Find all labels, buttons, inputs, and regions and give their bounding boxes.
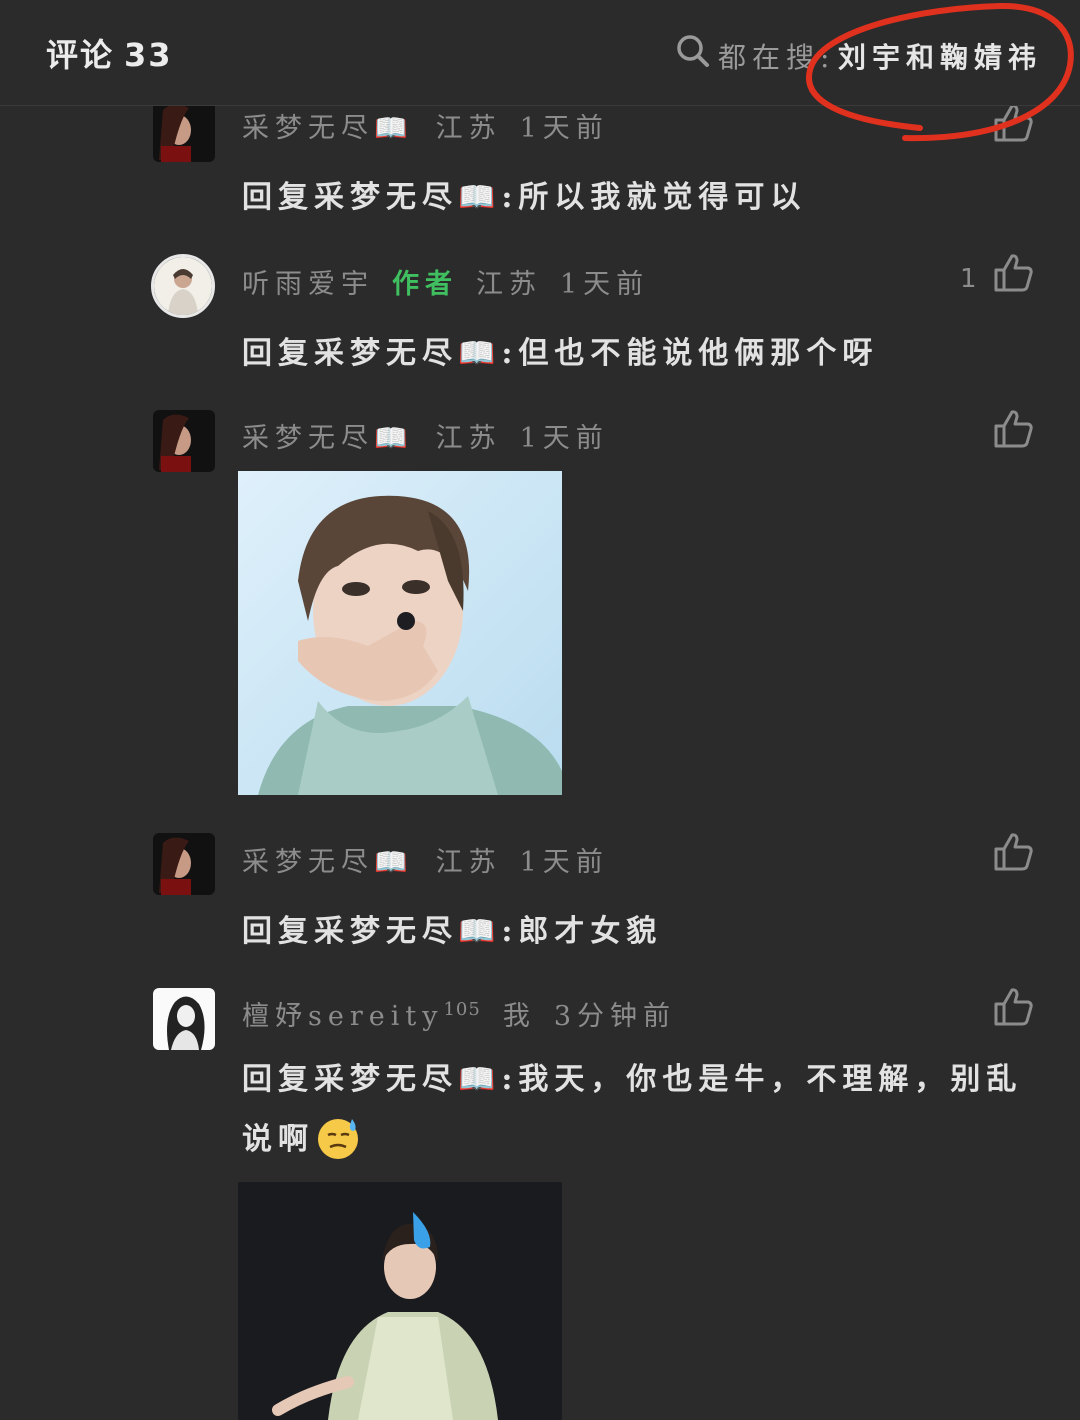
username[interactable]: 听雨爱宇: [242, 269, 374, 300]
comment-image[interactable]: [238, 1182, 562, 1420]
timestamp: 1天前: [560, 269, 650, 300]
comment-text: 回复采梦无尽📖:郎才女貌: [242, 914, 663, 949]
sweat-smile-emoji-icon: [318, 1119, 358, 1159]
timestamp: 1天前: [519, 423, 609, 454]
comment-meta: 听雨爱宇 作者 江苏 1天前: [242, 262, 649, 301]
location: 江苏: [435, 423, 502, 454]
like-icon[interactable]: [992, 831, 1034, 873]
location: 江苏: [435, 847, 502, 878]
comment-text: 回复采梦无尽📖:所以我就觉得可以: [242, 180, 807, 215]
comments-header: 评论 33 都在搜: 刘宇和鞠婧祎: [0, 0, 1080, 106]
like-icon[interactable]: [992, 408, 1034, 450]
comments-count: 33: [124, 36, 173, 74]
comment-meta: 采梦无尽📖 江苏 1天前: [242, 106, 609, 145]
timestamp: 1天前: [519, 113, 609, 144]
like-icon[interactable]: [992, 102, 1034, 144]
comments-title-label: 评论: [46, 36, 115, 74]
username[interactable]: 采梦无尽📖: [242, 113, 414, 144]
comment-meta: 采梦无尽📖 江苏 1天前: [242, 416, 609, 455]
avatar[interactable]: [153, 833, 215, 895]
username[interactable]: 檀妤sereity: [242, 1001, 443, 1032]
comments-title: 评论 33: [46, 30, 173, 76]
location: 江苏: [435, 113, 502, 144]
location: 我: [502, 1001, 536, 1032]
author-badge: 作者: [392, 269, 458, 300]
comment-text-block: 回复采梦无尽📖:我天，你也是牛，不理解，别乱说啊: [242, 1050, 1042, 1170]
trending-search-query[interactable]: 刘宇和鞠婧祎: [838, 36, 1042, 76]
avatar[interactable]: [153, 410, 215, 472]
like-icon[interactable]: [992, 252, 1034, 294]
comment-image[interactable]: [238, 471, 562, 795]
user-level: 105: [443, 999, 481, 1020]
trending-search-label[interactable]: 都在搜:: [718, 36, 835, 76]
comment-meta: 檀妤sereity105 我 3分钟前: [242, 994, 676, 1033]
search-icon[interactable]: [676, 34, 710, 68]
comment-meta: 采梦无尽📖 江苏 1天前: [242, 840, 609, 879]
avatar[interactable]: [151, 254, 215, 318]
like-icon[interactable]: [992, 986, 1034, 1028]
avatar[interactable]: [153, 988, 215, 1050]
like-count: 1: [960, 264, 977, 294]
comment-text: 回复采梦无尽📖:但也不能说他俩那个呀: [242, 336, 879, 371]
location: 江苏: [476, 269, 542, 300]
username[interactable]: 采梦无尽📖: [242, 423, 414, 454]
avatar[interactable]: [153, 100, 215, 162]
timestamp: 1天前: [519, 847, 609, 878]
username[interactable]: 采梦无尽📖: [242, 847, 414, 878]
timestamp: 3分钟前: [553, 1001, 677, 1032]
